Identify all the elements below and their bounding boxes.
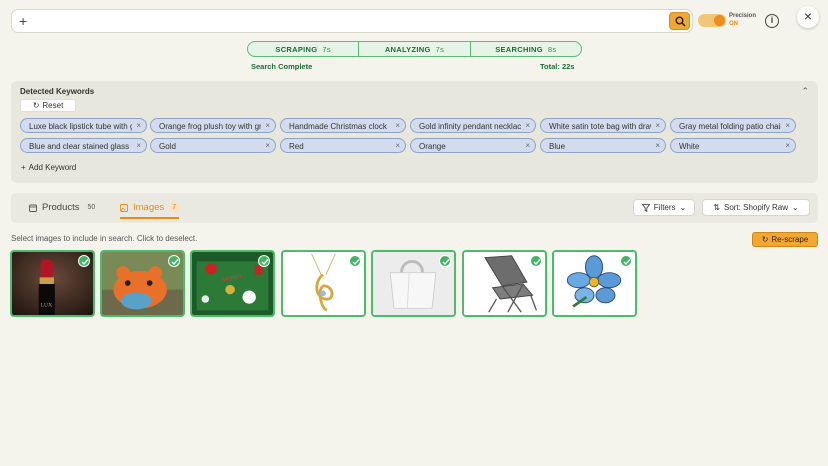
check-icon <box>530 255 542 267</box>
keyword-chip[interactable]: Blue × <box>540 138 666 153</box>
remove-icon[interactable]: × <box>525 141 530 150</box>
tab-images[interactable]: Images 7 <box>120 202 180 219</box>
images-count: 7 <box>169 203 180 212</box>
keyword-chip[interactable]: Gray metal folding patio chair × <box>670 118 796 133</box>
check-icon <box>349 255 361 267</box>
add-keyword-button[interactable]: + Add Keyword <box>21 161 76 173</box>
reset-button[interactable]: ↻ Reset <box>20 99 76 112</box>
plus-icon[interactable]: + <box>19 13 27 29</box>
image-card-stained-glass-flower[interactable] <box>552 250 637 317</box>
image-card-christmas-clock[interactable]: MERRY <box>190 250 275 317</box>
remove-icon[interactable]: × <box>395 121 400 130</box>
instruction-text: Select images to include in search. Clic… <box>11 234 198 243</box>
refresh-icon: ↻ <box>32 101 40 110</box>
products-count: 50 <box>87 204 96 211</box>
keywords-title: Detected Keywords <box>20 87 95 96</box>
info-icon[interactable]: i <box>765 14 779 28</box>
check-icon <box>258 255 270 267</box>
keyword-chip[interactable]: Orange × <box>410 138 536 153</box>
keyword-chip[interactable]: White × <box>670 138 796 153</box>
filter-icon <box>641 203 650 212</box>
chevron-up-icon[interactable]: ⌃ <box>801 86 809 97</box>
precision-label: Precision <box>729 13 757 19</box>
sort-button[interactable]: ⇅ Sort: Shopify Raw ⌄ <box>702 199 810 216</box>
keyword-chip[interactable]: Blue and clear stained glass × <box>20 138 147 153</box>
remove-icon[interactable]: × <box>265 121 270 130</box>
tabs-bar: Products 50 Images 7 <box>11 193 818 223</box>
keyword-chip[interactable]: Luxe black lipstick tube with gold× <box>20 118 147 133</box>
check-icon <box>168 255 180 267</box>
precision-state: ON <box>729 21 738 27</box>
chevron-down-icon: ⌄ <box>792 203 799 212</box>
remove-icon[interactable]: × <box>395 141 400 150</box>
chevron-down-icon: ⌄ <box>679 203 687 212</box>
image-card-folding-chair[interactable] <box>462 250 547 317</box>
svg-text:LUX: LUX <box>41 303 53 309</box>
remove-icon[interactable]: × <box>785 121 790 130</box>
rescrape-button[interactable]: ↻ Re-scrape <box>752 232 818 247</box>
image-card-pendant-necklace[interactable] <box>281 250 366 317</box>
search-icon <box>675 16 686 27</box>
keyword-chip[interactable]: Red × <box>280 138 406 153</box>
status-complete: Search Complete <box>251 62 313 71</box>
toggle-knob <box>714 15 725 26</box>
stage-analyzing: ANALYZING 7s <box>359 42 471 56</box>
progress-stages: SCRAPING 7s ANALYZING 7s SEARCHING 8s <box>247 41 582 57</box>
remove-icon[interactable]: × <box>525 121 530 130</box>
tab-products[interactable]: Products 50 <box>29 202 98 213</box>
stage-scraping: SCRAPING 7s <box>248 42 360 56</box>
plus-icon: + <box>21 162 26 172</box>
keyword-chip[interactable]: Handmade Christmas clock × <box>280 118 406 133</box>
remove-icon[interactable]: × <box>136 141 141 150</box>
remove-icon[interactable]: × <box>785 141 790 150</box>
sort-icon: ⇅ <box>713 203 720 212</box>
search-bar: + × <box>11 9 693 33</box>
remove-icon[interactable]: × <box>136 121 141 130</box>
calendar-icon <box>29 204 37 212</box>
keywords-panel: Detected Keywords ⌃ ↻ Reset Luxe black li… <box>11 81 818 183</box>
check-icon <box>439 255 451 267</box>
status-total: Total: 22s <box>540 62 575 71</box>
search-input[interactable] <box>34 13 634 29</box>
remove-icon[interactable]: × <box>655 141 660 150</box>
image-card-frog-plush[interactable] <box>100 250 185 317</box>
check-icon <box>78 255 90 267</box>
close-button[interactable]: × <box>797 6 819 28</box>
search-button[interactable] <box>669 12 690 30</box>
image-icon <box>120 203 128 212</box>
image-card-tote-bag[interactable] <box>371 250 456 317</box>
remove-icon[interactable]: × <box>655 121 660 130</box>
check-icon <box>620 255 632 267</box>
stage-searching: SEARCHING 8s <box>495 44 557 54</box>
keyword-chip[interactable]: Gold × <box>150 138 276 153</box>
filters-button[interactable]: Filters ⌄ <box>633 199 695 216</box>
keyword-chip[interactable]: Gold infinity pendant necklace × <box>410 118 536 133</box>
refresh-icon: ↻ <box>761 235 769 244</box>
precision-toggle[interactable] <box>698 14 726 27</box>
image-card-lipstick[interactable]: LUX <box>10 250 95 317</box>
keyword-chip[interactable]: White satin tote bag with drawstring× <box>540 118 666 133</box>
keyword-chip[interactable]: Orange frog plush toy with green× <box>150 118 276 133</box>
remove-icon[interactable]: × <box>265 141 270 150</box>
